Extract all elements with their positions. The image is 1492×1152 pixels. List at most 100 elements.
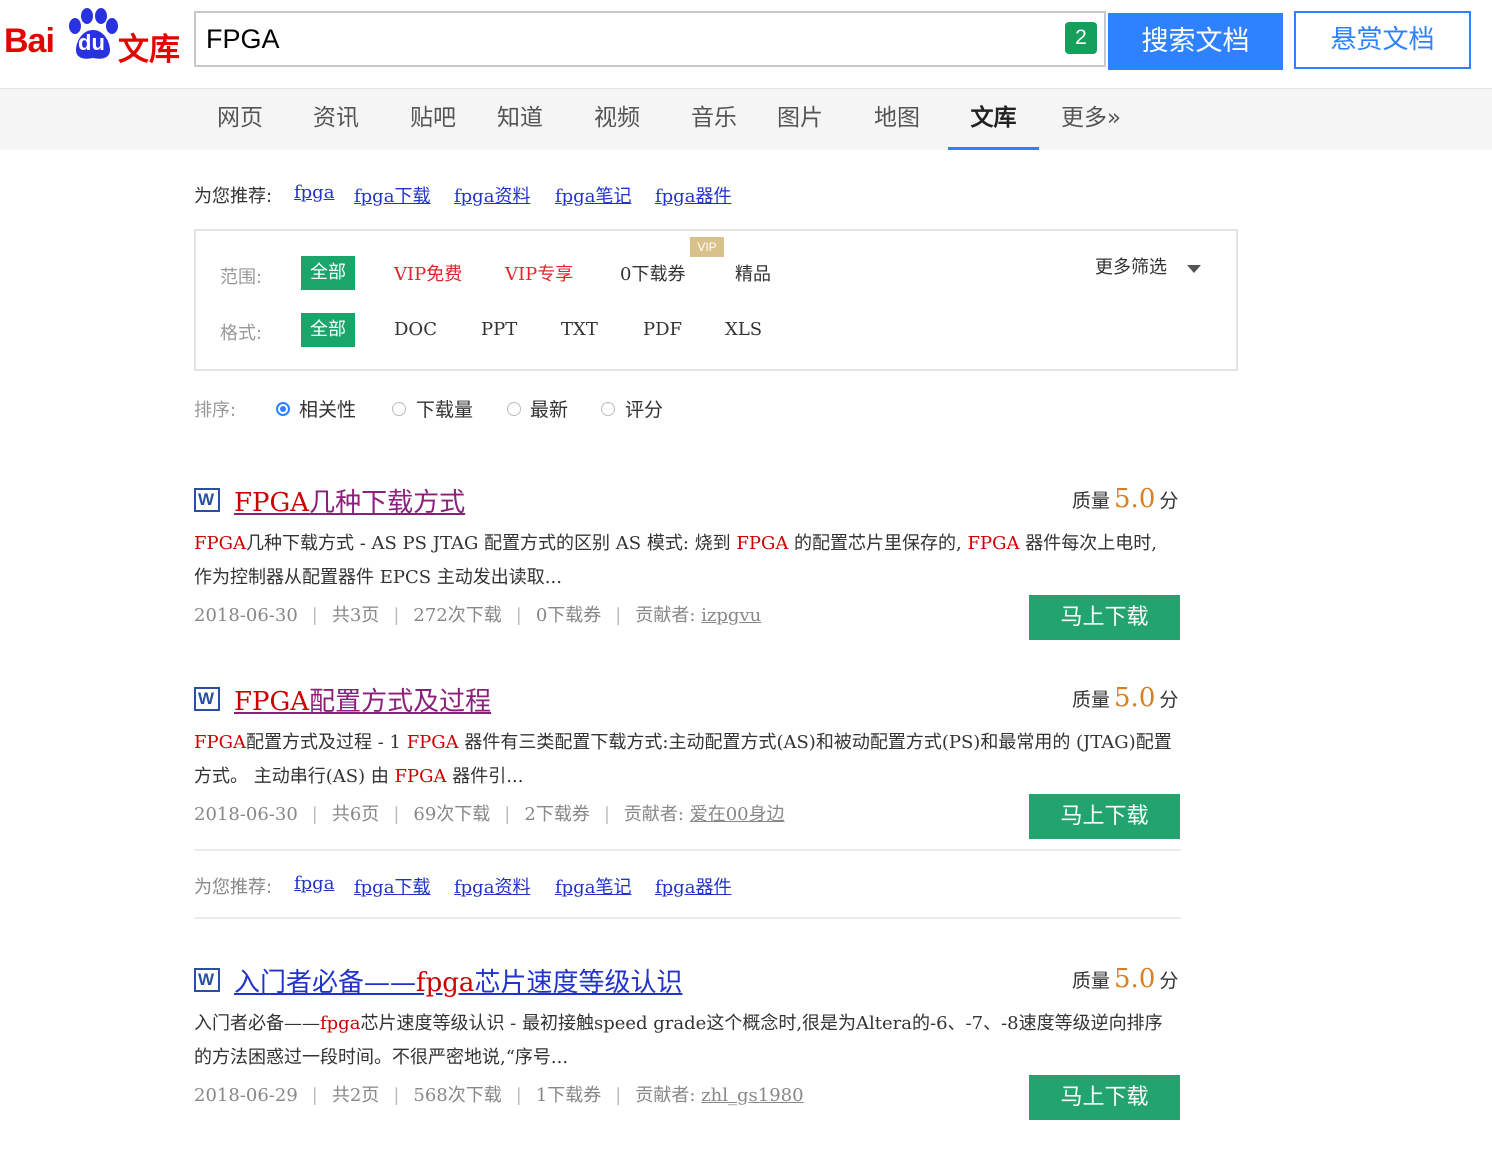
- logo-text-bai: Bai: [4, 22, 55, 60]
- sort-option-relevance[interactable]: 相关性: [299, 395, 356, 422]
- result-description: 入门者必备——fpga芯片速度等级认识 - 最初接触speed grade这个概…: [194, 1007, 1179, 1075]
- quality-score: 质量 5.0 分: [1072, 964, 1178, 994]
- divider: [194, 917, 1181, 919]
- result-description: FPGA配置方式及过程 - 1 FPGA 器件有三类配置下载方式:主动配置方式(…: [194, 726, 1179, 794]
- nav-item-music[interactable]: 音乐: [690, 89, 738, 150]
- recommend-link[interactable]: fpga: [294, 873, 334, 894]
- desc-highlight: FPGA: [194, 533, 246, 554]
- nav-item-zhidao[interactable]: 知道: [496, 89, 544, 150]
- score-unit: 分: [1159, 970, 1179, 992]
- word-doc-icon: [194, 687, 220, 711]
- scope-option-zero-coupon[interactable]: 0下载券: [620, 258, 685, 292]
- recommend-label: 为您推荐:: [194, 186, 273, 207]
- more-filters[interactable]: 更多筛选: [1095, 251, 1167, 285]
- result-meta: 2018-06-29 | 共2页 | 568次下载 | 1下载券 | 贡献者: zhl_gs19…: [194, 1085, 804, 1106]
- quality-label: 质量: [1072, 689, 1111, 711]
- search-input[interactable]: [206, 13, 1026, 65]
- dropdown-arrow-icon[interactable]: [1187, 265, 1201, 274]
- nav-item-video[interactable]: 视频: [593, 89, 641, 150]
- word-doc-icon: [194, 968, 220, 992]
- recommend-link[interactable]: fpga下载: [354, 182, 430, 208]
- nav-item-wenku[interactable]: 文库: [948, 89, 1039, 150]
- nav-item-webpage[interactable]: 网页: [216, 89, 264, 150]
- vip-tag: VIP: [690, 237, 724, 257]
- desc-text: 几种下载方式 - AS PS JTAG 配置方式的区别 AS 模式: 烧到: [245, 533, 737, 554]
- nav-item-images[interactable]: 图片: [776, 89, 824, 150]
- sort-option-downloads[interactable]: 下载量: [416, 395, 473, 422]
- logo-text-wenku: 文库: [118, 32, 180, 68]
- desc-highlight: FPGA: [194, 732, 246, 753]
- format-option-xls[interactable]: XLS: [725, 313, 762, 347]
- meta-coupons: 2下载券: [524, 804, 590, 825]
- title-highlight: fpga: [416, 968, 475, 998]
- nav-item-map[interactable]: 地图: [873, 89, 921, 150]
- reward-docs-button[interactable]: 悬赏文档: [1294, 11, 1471, 69]
- download-button[interactable]: 马上下载: [1029, 794, 1180, 839]
- baidu-wenku-logo[interactable]: Bai du 文库: [4, 2, 182, 68]
- download-button[interactable]: 马上下载: [1029, 595, 1180, 640]
- format-option-ppt[interactable]: PPT: [481, 313, 517, 347]
- title-text: 芯片速度等级认识: [474, 968, 683, 998]
- result-title[interactable]: FPGA几种下载方式: [234, 482, 465, 519]
- scope-option-vip-free[interactable]: VIP免费: [394, 258, 462, 292]
- nav-item-news[interactable]: 资讯: [312, 89, 360, 150]
- desc-text: 器件引...: [446, 766, 524, 787]
- sort-radio-newest[interactable]: [507, 402, 521, 416]
- result-title[interactable]: FPGA配置方式及过程: [234, 681, 491, 718]
- meta-pages: 共6页: [331, 804, 380, 825]
- recommend-link[interactable]: fpga笔记: [555, 182, 631, 208]
- recommend-link[interactable]: fpga器件: [655, 873, 731, 899]
- score-unit: 分: [1159, 490, 1179, 512]
- quality-label: 质量: [1072, 490, 1111, 512]
- meta-contributor-label: 贡献者:: [635, 605, 696, 626]
- sort-radio-downloads[interactable]: [392, 402, 406, 416]
- divider: [194, 849, 1181, 851]
- scope-option-vip-exclusive[interactable]: VIP专享: [505, 258, 573, 292]
- search-box: 2: [194, 11, 1106, 67]
- meta-downloads: 272次下载: [413, 605, 502, 626]
- format-option-doc[interactable]: DOC: [394, 313, 437, 347]
- meta-downloads: 69次下载: [413, 804, 491, 825]
- contributor-link[interactable]: zhl_gs1980: [701, 1085, 803, 1106]
- score-value: 5.0: [1114, 683, 1156, 713]
- nav-item-more[interactable]: 更多»: [1060, 89, 1122, 150]
- word-doc-icon: [194, 488, 220, 512]
- desc-highlight: FPGA: [967, 533, 1020, 554]
- meta-pages: 共3页: [331, 605, 380, 626]
- result-meta: 2018-06-30 | 共3页 | 272次下载 | 0下载券 | 贡献者: izpgvu: [194, 605, 762, 626]
- input-badge[interactable]: 2: [1065, 22, 1097, 54]
- sort-option-newest[interactable]: 最新: [530, 395, 568, 422]
- filter-panel: 范围: 全部 VIP免费 VIP专享 0下载券 VIP 精品 更多筛选 格式: …: [194, 229, 1238, 371]
- desc-highlight: FPGA: [394, 766, 447, 787]
- recommend-link[interactable]: fpga器件: [655, 182, 731, 208]
- recommend-link[interactable]: fpga资料: [454, 182, 530, 208]
- contributor-link[interactable]: izpgvu: [701, 605, 761, 626]
- title-text: 配置方式及过程: [309, 687, 492, 717]
- recommend-link[interactable]: fpga: [294, 182, 334, 203]
- recommend-link[interactable]: fpga资料: [454, 873, 530, 899]
- scope-option-all[interactable]: 全部: [301, 256, 355, 290]
- format-option-all[interactable]: 全部: [301, 313, 355, 347]
- result-title[interactable]: 入门者必备——fpga芯片速度等级认识: [234, 962, 682, 999]
- sort-radio-relevance[interactable]: [276, 402, 290, 416]
- result-description: FPGA几种下载方式 - AS PS JTAG 配置方式的区别 AS 模式: 烧…: [194, 527, 1179, 595]
- meta-pages: 共2页: [331, 1085, 380, 1106]
- sort-option-rating[interactable]: 评分: [625, 395, 663, 422]
- format-option-txt[interactable]: TXT: [561, 313, 598, 347]
- sort-radio-rating[interactable]: [601, 402, 615, 416]
- download-button[interactable]: 马上下载: [1029, 1075, 1180, 1120]
- format-option-pdf[interactable]: PDF: [643, 313, 682, 347]
- desc-text: 入门者必备——: [194, 1013, 320, 1034]
- recommend-label: 为您推荐:: [194, 877, 273, 898]
- quality-score: 质量 5.0 分: [1072, 484, 1178, 514]
- nav-item-tieba[interactable]: 贴吧: [409, 89, 457, 150]
- search-docs-button[interactable]: 搜索文档: [1108, 13, 1283, 70]
- recommend-link[interactable]: fpga下载: [354, 873, 430, 899]
- contributor-link[interactable]: 爱在00身边: [690, 804, 785, 825]
- title-text: 几种下载方式: [309, 488, 466, 518]
- recommend-link[interactable]: fpga笔记: [555, 873, 631, 899]
- format-label: 格式:: [220, 323, 263, 344]
- meta-contributor-label: 贡献者:: [635, 1085, 696, 1106]
- scope-option-premium[interactable]: 精品: [735, 258, 771, 292]
- desc-highlight: fpga: [320, 1013, 361, 1034]
